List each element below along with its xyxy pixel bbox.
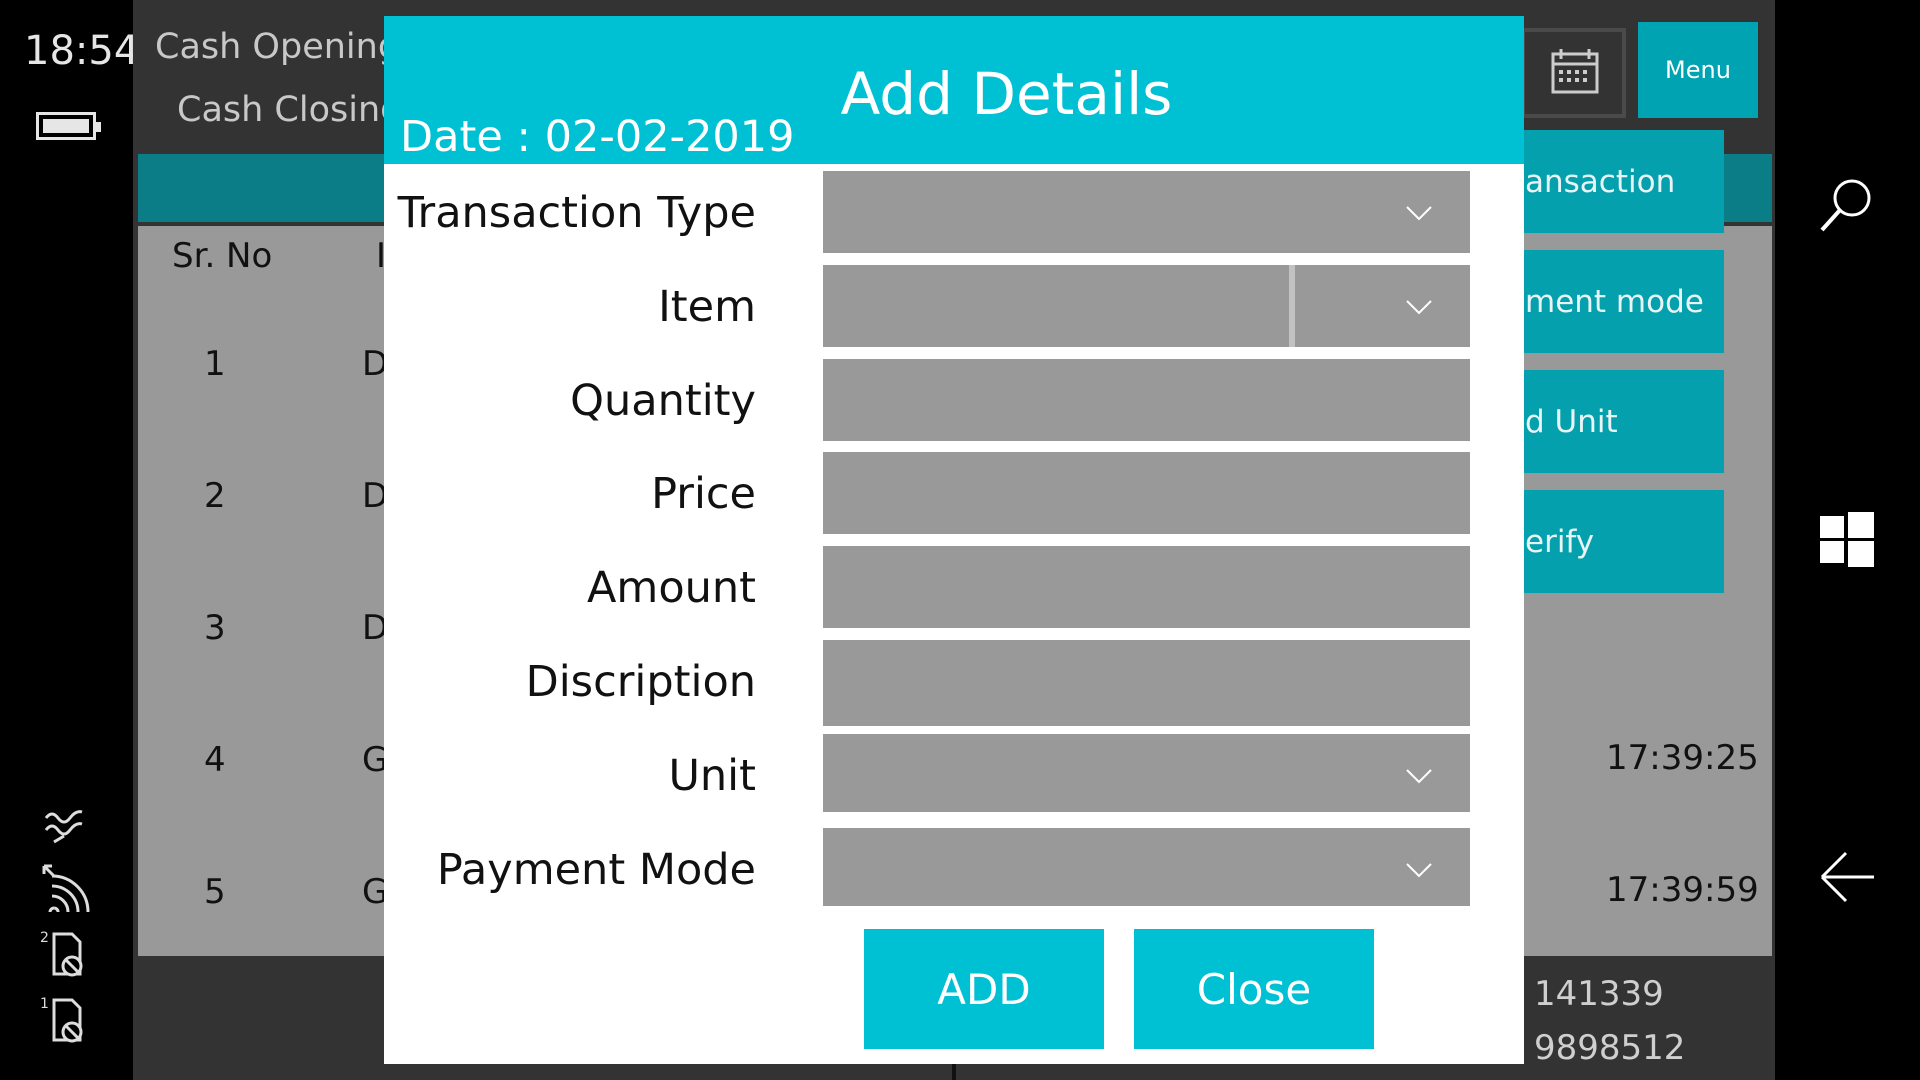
row-sr: 5 [204, 872, 226, 912]
windows-start-icon[interactable] [1818, 510, 1876, 568]
item-label: Item [658, 282, 756, 332]
description-label: Discription [525, 657, 756, 707]
status-time: 18:54 [24, 28, 140, 74]
quiet-hours-icon [44, 810, 83, 844]
row-sr: 3 [204, 608, 226, 648]
item-combobox[interactable] [823, 265, 1470, 347]
close-button[interactable]: Close [1134, 929, 1374, 1049]
footer-number: 9898512 [1534, 1028, 1686, 1068]
header-links: Cash Opening Cash Closing [155, 16, 402, 142]
column-header-sr-no: Sr. No [172, 236, 273, 276]
description-input[interactable] [823, 640, 1470, 726]
row-time: 17:39:25 [1606, 738, 1759, 778]
price-label: Price [651, 469, 756, 519]
footer-number: 141339 [1534, 974, 1664, 1014]
chevron-down-icon [1406, 300, 1432, 315]
calendar-icon [1551, 49, 1599, 94]
chevron-down-icon [1406, 863, 1432, 878]
svg-text:2: 2 [40, 930, 49, 946]
unit-dropdown[interactable] [823, 734, 1470, 812]
svg-text:1: 1 [40, 996, 49, 1012]
cash-opening-link[interactable]: Cash Opening [155, 16, 402, 79]
row-time: 17:39:59 [1606, 870, 1759, 910]
unit-label: Unit [668, 751, 756, 801]
row-sr: 2 [204, 476, 226, 516]
price-input[interactable] [823, 452, 1470, 534]
amount-label: Amount [587, 563, 756, 613]
chevron-down-icon [1406, 206, 1432, 221]
sim2-no-signal-icon: 2 [40, 930, 83, 977]
payment-mode-dropdown[interactable] [823, 828, 1470, 906]
payment-mode-button[interactable]: ment mode [1520, 250, 1724, 353]
row-sr: 1 [204, 344, 226, 384]
combo-divider [1289, 265, 1295, 347]
search-icon[interactable] [1818, 176, 1876, 234]
sim1-no-signal-icon: 1 [40, 996, 83, 1043]
dialog-date: Date : 02-02-2019 [400, 112, 795, 162]
add-button[interactable]: ADD [864, 929, 1104, 1049]
battery-icon [36, 112, 101, 140]
quantity-input[interactable] [823, 359, 1470, 441]
back-arrow-icon[interactable] [1818, 848, 1876, 906]
cash-closing-link[interactable]: Cash Closing [155, 79, 402, 142]
verify-button[interactable]: erify [1520, 490, 1724, 593]
add-unit-button[interactable]: d Unit [1520, 370, 1724, 473]
transaction-type-dropdown[interactable] [823, 171, 1470, 253]
amount-input[interactable] [823, 546, 1470, 628]
transaction-button[interactable]: ansaction [1520, 130, 1724, 233]
chevron-down-icon [1406, 769, 1432, 784]
payment-mode-label: Payment Mode [436, 845, 756, 895]
calendar-button[interactable] [1521, 28, 1626, 118]
menu-button[interactable]: Menu [1638, 22, 1758, 118]
quantity-label: Quantity [570, 376, 756, 426]
row-sr: 4 [204, 740, 226, 780]
transaction-type-label: Transaction Type [397, 188, 756, 238]
wifi-signal-icon [42, 864, 90, 912]
